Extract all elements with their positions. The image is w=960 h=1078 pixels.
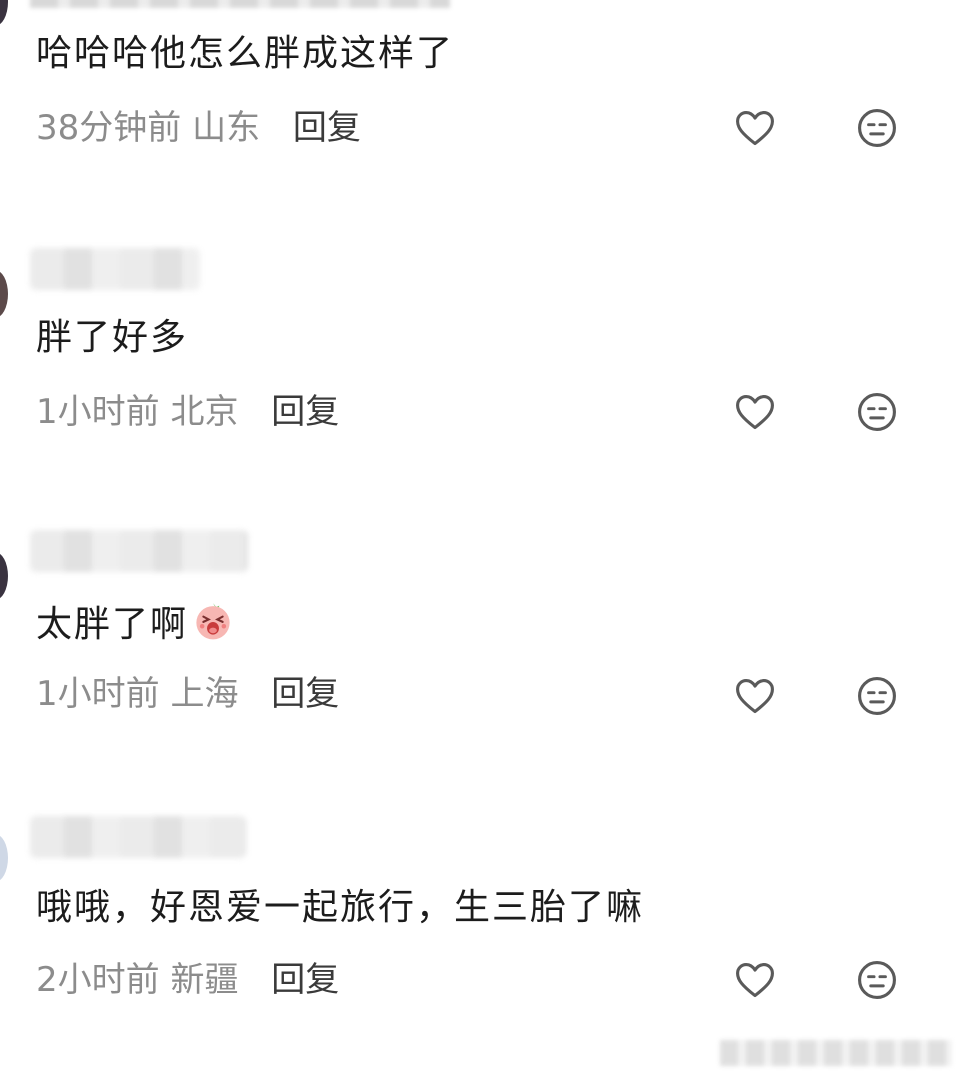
watermark-blurred xyxy=(720,1040,952,1066)
username-blurred xyxy=(30,530,248,572)
comment-meta: 38分钟前 山东 回复 xyxy=(36,108,361,148)
comment-item: 哦哦，好恩爱一起旅行，生三胎了嘛 2小时前 新疆 回复 xyxy=(0,808,960,1048)
avatar[interactable] xyxy=(0,270,8,318)
neutral-face-icon[interactable] xyxy=(855,674,899,718)
heart-outline-icon[interactable] xyxy=(733,958,777,1002)
comment-item: 太胖了啊 1小时前 上海 回复 xyxy=(0,522,960,762)
comment-location: 北京 xyxy=(170,392,239,432)
comment-time: 1小时前 xyxy=(36,674,160,714)
reply-button[interactable]: 回复 xyxy=(271,674,339,714)
neutral-face-icon[interactable] xyxy=(855,106,899,150)
comment-text: 哦哦，好恩爱一起旅行，生三胎了嘛 xyxy=(36,887,645,928)
neutral-face-icon[interactable] xyxy=(855,390,899,434)
comment-location: 山东 xyxy=(192,108,261,148)
comment-location: 上海 xyxy=(170,674,239,714)
comment-item: 哈哈哈他怎么胖成这样了 38分钟前 山东 回复 xyxy=(0,0,960,200)
avatar[interactable] xyxy=(0,0,8,26)
heart-outline-icon[interactable] xyxy=(733,106,777,150)
reply-button[interactable]: 回复 xyxy=(293,108,361,148)
neutral-face-icon[interactable] xyxy=(855,958,899,1002)
comment-meta: 2小时前 新疆 回复 xyxy=(36,960,339,1000)
comment-text: 胖了好多 xyxy=(36,317,189,358)
heart-outline-icon[interactable] xyxy=(733,674,777,718)
comment-time: 1小时前 xyxy=(36,392,160,432)
comment-time: 38分钟前 xyxy=(36,108,182,148)
comment-meta: 1小时前 上海 回复 xyxy=(36,674,339,714)
comment-item: 胖了好多 1小时前 北京 回复 xyxy=(0,240,960,480)
comment-time: 2小时前 xyxy=(36,960,160,1000)
avatar[interactable] xyxy=(0,552,8,600)
comment-text-content: 太胖了啊 xyxy=(36,604,189,645)
reply-button[interactable]: 回复 xyxy=(271,392,339,432)
reply-button[interactable]: 回复 xyxy=(271,960,339,1000)
comment-text: 太胖了啊 xyxy=(36,600,234,647)
comment-text: 哈哈哈他怎么胖成这样了 xyxy=(36,33,455,74)
shocked-face-emoji xyxy=(196,603,230,640)
avatar[interactable] xyxy=(0,834,8,882)
comment-location: 新疆 xyxy=(170,960,239,1000)
comment-meta: 1小时前 北京 回复 xyxy=(36,392,339,432)
heart-outline-icon[interactable] xyxy=(733,390,777,434)
username-blurred xyxy=(30,816,246,858)
username-blurred xyxy=(30,248,200,290)
username-blurred xyxy=(30,0,450,8)
